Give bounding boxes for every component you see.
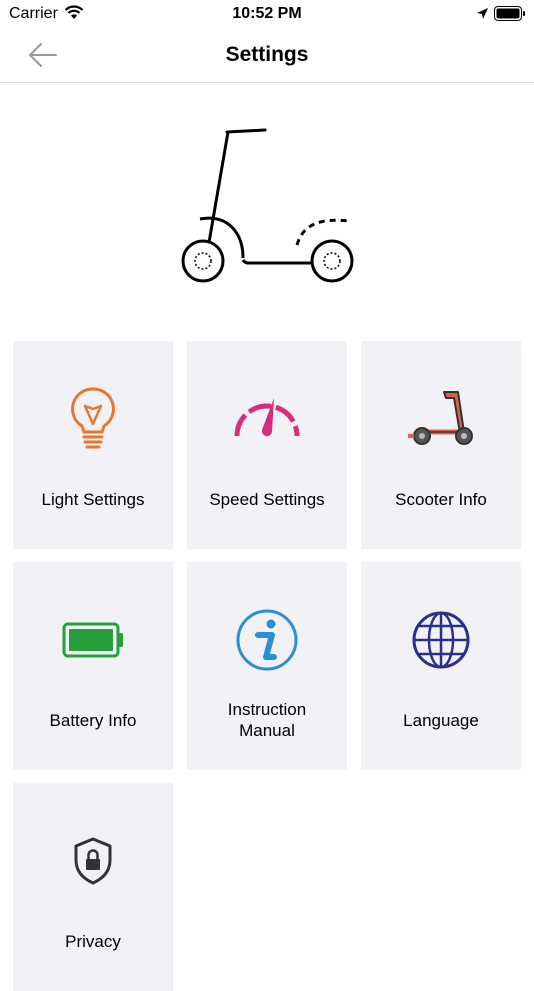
scooter-illustration (170, 120, 370, 290)
speedometer-icon (187, 385, 347, 453)
tile-label: Instruction Manual (227, 700, 307, 740)
lightbulb-icon (13, 385, 173, 453)
language-tile[interactable]: Language (361, 562, 521, 770)
tile-label: Scooter Info (395, 489, 487, 509)
tile-label: Privacy (65, 931, 121, 951)
location-arrow-icon (476, 7, 489, 25)
battery-info-tile[interactable]: Battery Info (13, 562, 173, 770)
battery-status-icon (494, 6, 526, 26)
tile-label: Language (403, 710, 479, 730)
page-title: Settings (225, 43, 309, 66)
info-circle-icon (187, 606, 347, 674)
light-settings-tile[interactable]: Light Settings (13, 341, 173, 549)
scooter-info-tile[interactable]: Scooter Info (361, 341, 521, 549)
shield-lock-icon (13, 827, 173, 895)
battery-icon (13, 606, 173, 674)
navigation-bar: Settings (0, 30, 534, 83)
scooter-icon (361, 385, 521, 453)
status-bar: Carrier 10:52 PM (0, 0, 534, 30)
instruction-manual-tile[interactable]: Instruction Manual (187, 562, 347, 770)
tile-label: Battery Info (49, 710, 137, 730)
privacy-tile[interactable]: Privacy (13, 783, 173, 991)
tile-label: Light Settings (41, 489, 145, 509)
clock: 10:52 PM (232, 5, 302, 22)
tile-label: Speed Settings (209, 489, 325, 509)
globe-icon (361, 606, 521, 674)
speed-settings-tile[interactable]: Speed Settings (187, 341, 347, 549)
